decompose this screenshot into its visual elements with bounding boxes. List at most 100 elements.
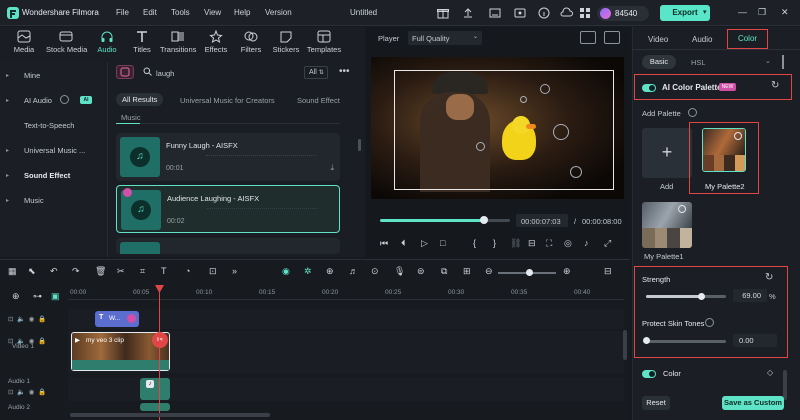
menu-tools[interactable]: Tools	[171, 8, 190, 17]
more-options-icon[interactable]: •••	[339, 66, 350, 77]
more-tools-icon[interactable]: »	[232, 266, 237, 276]
beat-icon[interactable]: ⊞	[463, 266, 471, 277]
chevron-down-icon[interactable]: ⌄	[765, 57, 771, 65]
aspect-ratio-icon[interactable]: ⊟	[528, 238, 536, 249]
undo-icon[interactable]: ↶	[50, 266, 58, 277]
list-item[interactable]	[116, 238, 340, 254]
microphone-icon[interactable]: 🎙	[394, 266, 405, 277]
palette-options-icon[interactable]	[678, 205, 686, 213]
tab-stickers[interactable]: Stickers	[268, 30, 304, 60]
previous-frame-icon[interactable]: ⏮	[380, 238, 388, 249]
voiceover-icon[interactable]: ⊜	[417, 266, 425, 277]
chevron-right-icon[interactable]: ▸	[6, 197, 9, 204]
zoom-out-icon[interactable]: ⊖	[485, 266, 493, 277]
list-item[interactable]: ♫ Funny Laugh - AISFX 00:01 ⤓	[116, 133, 340, 181]
keyframe-diamond-icon[interactable]: ◇	[767, 368, 773, 377]
gift-icon[interactable]	[436, 6, 450, 20]
reset-icon[interactable]: ↻	[765, 272, 773, 283]
track-controls[interactable]: ⊡ 🔈 ◉ 🔒	[8, 315, 46, 323]
sidebar-item-universal-music[interactable]: Universal Music ...	[24, 146, 85, 155]
ai-audio-icon[interactable]: ♬	[349, 266, 358, 276]
sidebar-item-mine[interactable]: Mine	[24, 71, 40, 80]
notification-icon[interactable]	[513, 6, 527, 20]
filter-dropdown[interactable]: All ⇅	[304, 66, 328, 79]
reset-icon[interactable]: ↻	[771, 80, 779, 91]
close-icon[interactable]: ✕	[781, 7, 789, 18]
menu-file[interactable]: File	[116, 8, 129, 17]
audio-clip[interactable]	[140, 403, 170, 411]
add-track-icon[interactable]: ⊕	[12, 291, 20, 302]
select-tool-icon[interactable]: ⬉	[28, 266, 36, 277]
library-scrollbar[interactable]	[358, 139, 361, 151]
layout-icon[interactable]: ▦	[8, 266, 17, 277]
tab-color[interactable]: Color	[727, 29, 768, 49]
subtab-sound-effect[interactable]: Sound Effect	[297, 96, 340, 105]
sidebar-item-sound-effect[interactable]: Sound Effect	[24, 171, 70, 180]
mark-in-icon[interactable]: {	[473, 238, 476, 248]
playback-scrubber[interactable]	[480, 216, 488, 224]
render-icon[interactable]: ◉	[282, 266, 290, 277]
play-icon[interactable]: ▷	[421, 238, 428, 249]
minimize-icon[interactable]: —	[738, 7, 747, 17]
sidebar-item-music[interactable]: Music	[24, 196, 44, 205]
sidebar-item-ai-audio[interactable]: AI Audio	[24, 96, 52, 105]
link-icon[interactable]: ⛓	[510, 238, 521, 249]
chevron-right-icon[interactable]: ▸	[6, 72, 9, 79]
playback-progress[interactable]	[380, 219, 484, 222]
protect-slider-handle[interactable]	[643, 337, 650, 344]
expand-icon[interactable]: ⤢	[604, 238, 611, 249]
image-view-icon[interactable]	[604, 31, 620, 44]
chevron-right-icon[interactable]: ▸	[6, 97, 9, 104]
split-marker-icon[interactable]: ✂	[152, 332, 168, 348]
menu-version[interactable]: Version	[265, 8, 292, 17]
snap-icon[interactable]: ✲	[304, 266, 312, 277]
search-input[interactable]: laugh	[156, 69, 174, 78]
chevron-right-icon[interactable]: ▸	[6, 147, 9, 154]
tab-titles[interactable]: Titles	[124, 30, 160, 60]
camera-icon[interactable]: ◎	[564, 238, 572, 249]
protect-slider-track[interactable]	[646, 340, 726, 343]
info-icon[interactable]	[537, 6, 551, 20]
collapse-panel-icon[interactable]	[782, 55, 788, 69]
audio-clip[interactable]: ♪	[140, 378, 170, 400]
tab-video[interactable]: Video	[648, 35, 668, 44]
reset-button[interactable]: Reset	[642, 396, 670, 410]
tab-filters[interactable]: Filters	[233, 30, 269, 60]
track-controls[interactable]: ⊡ 🔈 ◉ 🔒	[8, 388, 46, 396]
ai-color-palette-toggle[interactable]	[642, 84, 656, 92]
text-tool-icon[interactable]: T	[161, 266, 167, 276]
restore-icon[interactable]: ❐	[758, 7, 766, 18]
subtab-all-results[interactable]: All Results	[116, 93, 164, 106]
mode-basic[interactable]: Basic	[642, 55, 676, 69]
title-clip[interactable]: T W...	[95, 311, 139, 327]
tab-effects[interactable]: Effects	[198, 30, 234, 60]
panel-scrollbar[interactable]	[783, 370, 787, 400]
zoom-in-icon[interactable]: ⊕	[563, 266, 571, 277]
mark-out-icon[interactable]: }	[493, 238, 496, 248]
add-palette-button[interactable]: +	[642, 128, 692, 178]
subtab-universal-music[interactable]: Universal Music for Creators	[180, 96, 275, 105]
volume-icon[interactable]: ♪	[584, 238, 589, 248]
delete-icon[interactable]: 🗑	[95, 266, 106, 277]
menu-help[interactable]: Help	[234, 8, 250, 17]
palette-options-icon[interactable]	[734, 132, 742, 140]
upload-icon[interactable]	[461, 6, 475, 20]
menu-edit[interactable]: Edit	[143, 8, 157, 17]
transform-icon[interactable]: ⊡	[209, 266, 217, 277]
step-back-icon[interactable]: ⏴	[401, 238, 406, 249]
menu-view[interactable]: View	[204, 8, 221, 17]
tab-transitions[interactable]: Transitions	[160, 30, 196, 60]
chevron-down-icon[interactable]: ▾	[703, 5, 711, 21]
speed-icon[interactable]: ◔	[185, 266, 190, 276]
sidebar-item-text-to-speech[interactable]: Text-to-Speech	[24, 121, 74, 130]
tab-media[interactable]: Media	[6, 30, 42, 60]
credits-badge[interactable]: 84540	[597, 6, 649, 21]
help-icon[interactable]	[60, 95, 69, 104]
timeline-vertical-scrollbar[interactable]	[623, 330, 627, 360]
tab-stock-media[interactable]: Stock Media	[46, 30, 87, 60]
fit-timeline-icon[interactable]: ⊟	[604, 266, 612, 277]
keyboard-icon[interactable]	[488, 6, 502, 20]
gif-filter-icon[interactable]	[116, 65, 134, 79]
record-icon[interactable]: ⊙	[371, 266, 379, 277]
download-icon[interactable]: ⤓	[330, 163, 334, 173]
